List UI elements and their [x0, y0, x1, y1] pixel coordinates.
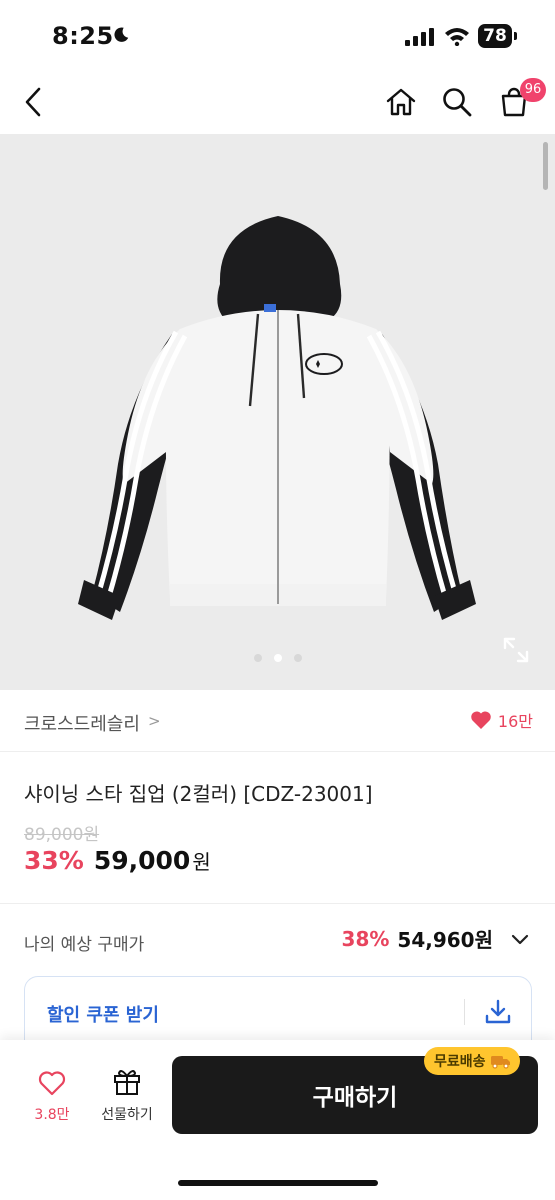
brand-like-count: 16만 [497, 712, 533, 731]
carousel-dot[interactable] [253, 654, 262, 662]
signal-icon [405, 28, 434, 46]
expected-price-label: 나의 예상 구매가 [24, 935, 145, 955]
gift-icon [114, 1070, 140, 1095]
chevron-left-icon [25, 87, 41, 117]
brand-name[interactable]: 크로스드레슬리 [24, 710, 140, 736]
price-row: 33% 59,000 원 [24, 846, 211, 875]
carousel-dots [0, 654, 555, 662]
gift-button[interactable]: 선물하기 [92, 1066, 162, 1132]
image-scrollbar[interactable] [543, 142, 548, 190]
wishlist-button[interactable]: 3.8만 [22, 1070, 82, 1134]
brand-row[interactable]: 크로스드레슬리 > 16만 [0, 690, 555, 752]
moon-icon [114, 27, 129, 42]
home-button[interactable] [381, 82, 421, 122]
heart-filled-icon [471, 711, 491, 729]
divider [0, 903, 555, 904]
battery-level: 78 [483, 26, 507, 46]
chevron-down-icon[interactable] [509, 928, 531, 950]
product-hoodie-image [78, 216, 476, 620]
back-button[interactable] [14, 82, 54, 122]
home-icon [386, 88, 416, 116]
chevron-right-icon: > [148, 712, 161, 730]
cart-count-badge: 96 [520, 78, 546, 102]
carousel-dot[interactable] [293, 654, 302, 662]
expand-icon[interactable] [500, 634, 532, 666]
gift-label: 선물하기 [101, 1107, 153, 1123]
expected-price: 54,960원 [397, 928, 493, 952]
heart-outline-icon [38, 1071, 66, 1096]
search-icon [443, 88, 472, 117]
product-image-carousel[interactable] [0, 134, 555, 690]
nav-bar [0, 70, 555, 134]
product-title: 샤이닝 스타 집업 (2컬러) [CDZ-23001] [24, 782, 373, 806]
original-price: 89,000원 [24, 825, 100, 845]
expected-price-value: 38% 54,960원 [342, 924, 531, 953]
price-unit: 원 [192, 850, 211, 874]
brand-like-button[interactable]: 16만 [470, 708, 533, 732]
free-shipping-label: 무료배송 [434, 1054, 486, 1070]
status-bar: 8:25 78 [0, 0, 555, 70]
carousel-dot[interactable] [273, 654, 282, 662]
battery-indicator: 78 [478, 24, 518, 48]
coupon-label: 할인 쿠폰 받기 [47, 1005, 159, 1026]
search-button[interactable] [437, 82, 477, 122]
discount-rate: 33% [24, 846, 84, 875]
expected-discount-rate: 38% [341, 926, 390, 951]
status-time: 8:25 [52, 22, 114, 50]
free-shipping-badge: 무료배송 [424, 1047, 520, 1075]
wifi-icon [445, 28, 469, 46]
wishlist-count: 3.8만 [34, 1107, 70, 1123]
truck-icon [490, 1056, 510, 1069]
sale-price: 59,000 [93, 846, 191, 875]
expected-price-row[interactable]: 나의 예상 구매가 38% 54,960원 [0, 918, 555, 962]
coupon-divider [464, 999, 465, 1025]
download-icon[interactable] [483, 997, 513, 1027]
home-indicator [178, 1180, 378, 1186]
